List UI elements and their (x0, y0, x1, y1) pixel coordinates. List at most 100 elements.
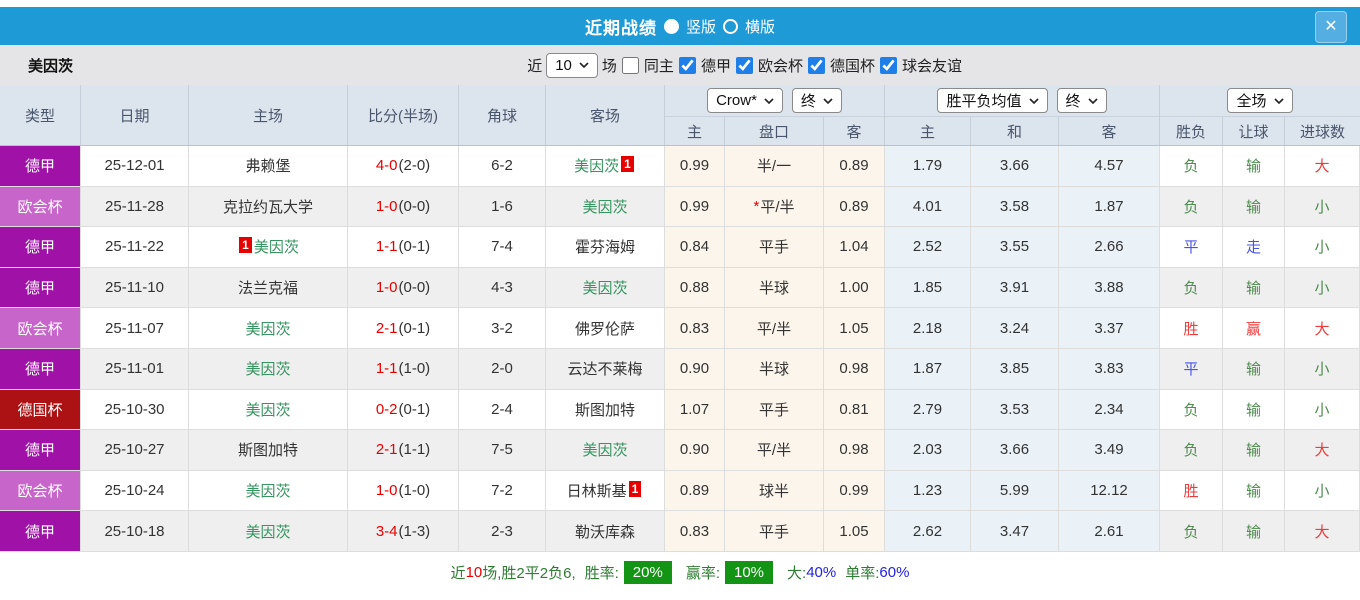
cell-date: 25-10-27 (81, 430, 189, 471)
cell-score: 4-0(2-0) (348, 146, 459, 187)
cell-avg-draw: 3.47 (971, 511, 1059, 552)
cell-avg-draw: 3.66 (971, 146, 1059, 187)
cell-date: 25-11-22 (81, 227, 189, 268)
avg-time-select[interactable]: 终 (1057, 88, 1107, 113)
cell-outcome-result: 胜 (1160, 308, 1223, 349)
radio-vertical-label[interactable]: 竖版 (686, 16, 716, 37)
win-rate-label: 胜率: (585, 562, 619, 583)
cell-goals-result: 大 (1285, 430, 1360, 471)
cell-odds-away: 0.81 (824, 390, 885, 431)
cell-avg-home: 2.62 (885, 511, 971, 552)
panel-title: 近期战绩 (585, 14, 657, 39)
cell-away-team: 霍芬海姆 (546, 227, 665, 268)
summary-prefix: 近 (451, 562, 466, 583)
red-card-badge: 1 (621, 156, 634, 172)
cell-handicap: 半球 (725, 349, 824, 390)
cell-outcome-result: 胜 (1160, 471, 1223, 512)
cell-date: 25-11-01 (81, 349, 189, 390)
checkbox-conference-league[interactable] (736, 57, 753, 74)
match-count-value: 10 (555, 57, 572, 74)
cell-handicap: 半/一 (725, 146, 824, 187)
cell-away-team: 日林斯基1 (546, 471, 665, 512)
cell-odds-away: 0.98 (824, 349, 885, 390)
checkbox-club-friendly[interactable] (880, 57, 897, 74)
header-outcome: 胜负 (1160, 117, 1223, 145)
cell-odds-away: 0.98 (824, 430, 885, 471)
cell-goals-result: 小 (1285, 349, 1360, 390)
cell-avg-draw: 3.53 (971, 390, 1059, 431)
cell-goals-result: 小 (1285, 471, 1360, 512)
chevron-down-icon (823, 98, 833, 104)
cell-score: 1-0(0-0) (348, 187, 459, 228)
avg-source-select[interactable]: 胜平负均值 (937, 88, 1047, 113)
header-corners: 角球 (459, 85, 546, 145)
scope-select[interactable]: 全场 (1227, 88, 1292, 113)
cell-handicap-result: 输 (1223, 511, 1285, 552)
cell-handicap-result: 输 (1223, 430, 1285, 471)
cell-home-team: 美因茨 (189, 511, 348, 552)
cell-avg-away: 3.49 (1059, 430, 1160, 471)
cell-score: 1-0(0-0) (348, 268, 459, 309)
cell-competition-type: 欧会杯 (0, 471, 81, 512)
close-icon: ✕ (1324, 19, 1337, 35)
cell-odds-home: 0.99 (665, 146, 725, 187)
close-button[interactable]: ✕ (1315, 11, 1347, 43)
cell-avg-draw: 3.85 (971, 349, 1059, 390)
title-bar: 近期战绩 竖版 横版 ✕ (0, 7, 1360, 45)
cell-handicap: 球半 (725, 471, 824, 512)
cell-avg-home: 1.23 (885, 471, 971, 512)
cell-odds-away: 1.05 (824, 308, 885, 349)
cell-date: 25-11-28 (81, 187, 189, 228)
match-count-select[interactable]: 10 (546, 53, 598, 78)
header-home: 主场 (189, 85, 348, 145)
cell-away-team: 美因茨 (546, 187, 665, 228)
cell-handicap-result: 输 (1223, 390, 1285, 431)
odds-time-select[interactable]: 终 (792, 88, 842, 113)
avg-odds-group: 胜平负均值 终 (885, 85, 1160, 117)
avg-source-value: 胜平负均值 (946, 90, 1021, 111)
cell-score: 1-1(1-0) (348, 349, 459, 390)
cell-home-team: 美因茨 (189, 349, 348, 390)
table-header: 类型 日期 主场 比分(半场) 角球 客场 Crow* 终 胜平负均值 终 (0, 85, 1360, 146)
cell-score: 2-1(0-1) (348, 308, 459, 349)
checkbox-german-cup[interactable] (808, 57, 825, 74)
cell-corners: 4-3 (459, 268, 546, 309)
cell-odds-home: 0.83 (665, 511, 725, 552)
radio-vertical-layout[interactable] (664, 19, 679, 34)
cell-avg-draw: 3.91 (971, 268, 1059, 309)
cell-avg-home: 2.03 (885, 430, 971, 471)
cell-outcome-result: 负 (1160, 268, 1223, 309)
cell-outcome-result: 负 (1160, 187, 1223, 228)
cell-score: 2-1(1-1) (348, 430, 459, 471)
cell-outcome-result: 负 (1160, 511, 1223, 552)
header-odds-away: 客 (824, 117, 885, 145)
summary-footer: 近 10 场,胜2平2负6, 胜率: 20% 赢率: 10% 大: 40% 单率… (0, 552, 1360, 593)
header-goals: 进球数 (1285, 117, 1360, 145)
cell-handicap-result: 输 (1223, 349, 1285, 390)
cell-away-team: 美因茨1 (546, 146, 665, 187)
cell-handicap: 平手 (725, 227, 824, 268)
header-avg-draw: 和 (971, 117, 1059, 145)
same-home-checkbox[interactable] (622, 57, 639, 74)
checkbox-bundesliga[interactable] (679, 57, 696, 74)
chevron-down-icon (1274, 98, 1284, 104)
radio-horizontal-label[interactable]: 横版 (745, 16, 775, 37)
label-club-friendly: 球会友谊 (902, 55, 962, 76)
cell-competition-type: 德甲 (0, 146, 81, 187)
label-german-cup: 德国杯 (830, 55, 875, 76)
radio-horizontal-layout[interactable] (723, 19, 738, 34)
odds-source-select[interactable]: Crow* (707, 88, 783, 113)
cell-handicap-result: 输 (1223, 471, 1285, 512)
cell-competition-type: 德甲 (0, 349, 81, 390)
cell-goals-result: 大 (1285, 308, 1360, 349)
cell-date: 25-11-10 (81, 268, 189, 309)
cell-odds-home: 0.88 (665, 268, 725, 309)
filter-controls: 近 10 场 同主 德甲 欧会杯 德国杯 球会友谊 (527, 53, 962, 78)
profit-rate-value: 10% (725, 561, 773, 584)
cell-avg-home: 2.52 (885, 227, 971, 268)
cell-avg-home: 1.79 (885, 146, 971, 187)
header-score: 比分(半场) (348, 85, 459, 145)
red-card-badge: 1 (629, 481, 642, 497)
cell-home-team: 法兰克福 (189, 268, 348, 309)
cell-avg-away: 4.57 (1059, 146, 1160, 187)
